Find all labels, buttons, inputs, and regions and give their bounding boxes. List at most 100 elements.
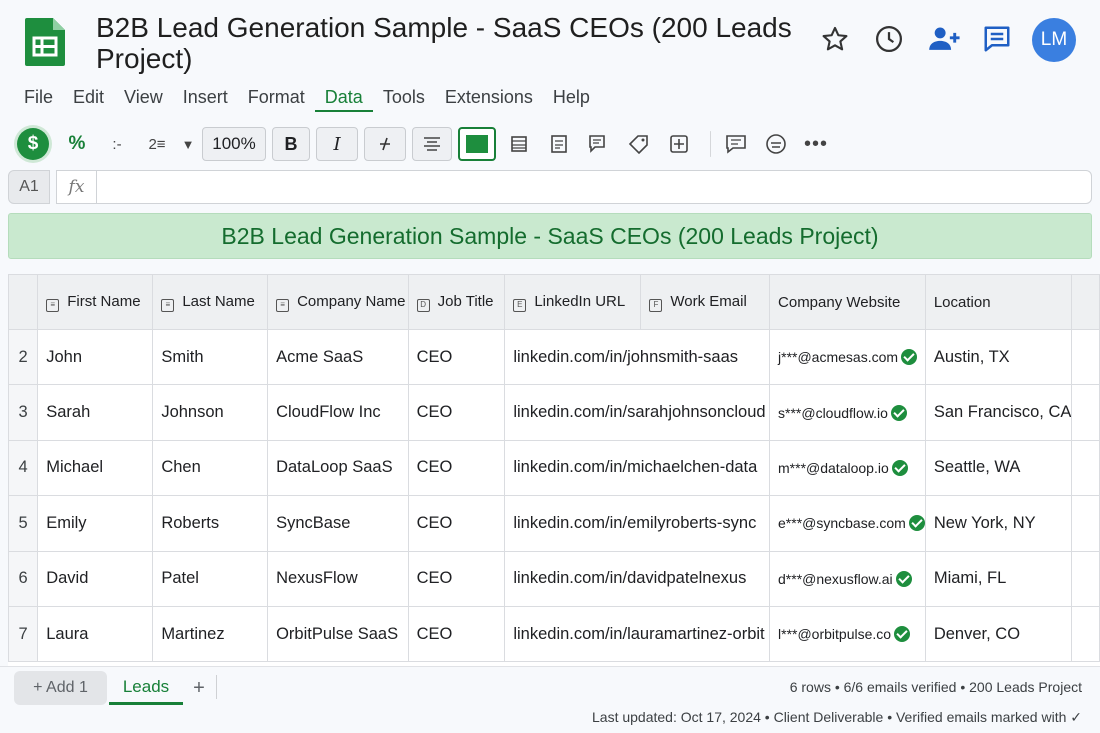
cell-location[interactable]: Denver, CO [924,605,1073,663]
cell-company[interactable]: DataLoop SaaS [267,439,409,497]
menu-format[interactable]: Format [238,84,315,112]
cell-empty[interactable] [1071,384,1100,441]
formula-bar[interactable]: fx [56,170,1092,204]
cell-first[interactable]: Sarah [37,384,154,441]
menu-view[interactable]: View [114,84,173,112]
add-sheet-button[interactable]: + [188,671,210,705]
cell-empty[interactable] [1071,328,1100,386]
user-avatar[interactable]: LM [1032,18,1076,62]
cell-empty[interactable] [1071,439,1100,497]
cell-location[interactable]: Miami, FL [924,550,1073,607]
function-button[interactable] [759,127,793,161]
column-header-work-email[interactable]: F Work Email [640,274,771,330]
cell-linkedin[interactable]: linkedin.com/in/emilyroberts-sync [504,495,771,552]
star-icon[interactable] [818,22,852,56]
cell-empty[interactable] [1071,550,1100,607]
cell-first[interactable]: Emily [37,495,154,552]
cell-last[interactable]: Johnson [152,384,269,441]
cell-title[interactable]: CEO [407,328,506,386]
cell-title[interactable]: CEO [407,550,506,607]
cell-title[interactable]: CEO [407,384,506,441]
formula-input[interactable] [97,171,1091,203]
row-number[interactable]: 5 [8,495,39,552]
menu-help[interactable]: Help [543,84,600,112]
increase-decimal-button[interactable]: 2≡ [140,127,174,161]
sheets-logo-icon[interactable] [25,18,65,66]
zoom-select[interactable]: 100% [202,127,266,161]
percent-format-button[interactable]: % [60,127,94,161]
cell-company[interactable]: CloudFlow Inc [267,384,409,441]
cell-company[interactable]: SyncBase [267,495,409,552]
corner-cell[interactable] [8,274,39,330]
column-header-job-title[interactable]: D Job Title [407,274,506,330]
cell-linkedin[interactable]: linkedin.com/in/michaelchen-data [504,439,771,497]
cell-last[interactable]: Smith [152,328,269,386]
menu-file[interactable]: File [14,84,63,112]
sheet-title-banner[interactable]: B2B Lead Generation Sample - SaaS CEOs (… [8,213,1092,259]
comment-button[interactable] [719,127,753,161]
cell-last[interactable]: Chen [152,439,269,497]
cell-first[interactable]: Michael [37,439,154,497]
cell-linkedin[interactable]: linkedin.com/in/johnsmith-saas [504,328,771,386]
cell-location[interactable]: Austin, TX [924,328,1073,386]
cell-first[interactable]: John [37,328,154,386]
decrease-decimal-button[interactable]: :- [100,127,134,161]
cell-first[interactable]: Laura [37,605,154,663]
cell-first[interactable]: David [37,550,154,607]
sheet-tab-leads[interactable]: Leads [109,671,183,705]
cell-title[interactable]: CEO [407,439,506,497]
document-title[interactable]: B2B Lead Generation Sample - SaaS CEOs (… [96,12,806,74]
add-person-icon[interactable] [928,22,962,56]
more-formats-dropdown[interactable]: ▼ [180,127,196,161]
column-header-last-name[interactable]: ≡ Last Name [152,274,269,330]
italic-button[interactable]: I [316,127,358,161]
menu-edit[interactable]: Edit [63,84,114,112]
cell-empty[interactable] [1071,495,1100,552]
row-number[interactable]: 4 [8,439,39,497]
menu-insert[interactable]: Insert [173,84,238,112]
column-header-extra[interactable] [1071,274,1100,330]
more-options-icon[interactable]: ••• [799,127,833,161]
cell-email[interactable]: s***@cloudflow.io [769,384,926,441]
cell-last[interactable]: Roberts [152,495,269,552]
row-number[interactable]: 7 [8,605,39,663]
sheet-tab-add-1[interactable]: + Add 1 [14,671,107,705]
filter-button[interactable] [622,127,656,161]
menu-extensions[interactable]: Extensions [435,84,543,112]
cell-location[interactable]: San Francisco, CA [924,384,1073,441]
cell-linkedin[interactable]: linkedin.com/in/davidpatelnexus [504,550,771,607]
cell-empty[interactable] [1071,605,1100,663]
cell-linkedin[interactable]: linkedin.com/in/sarahjohnsoncloud [504,384,771,441]
cell-last[interactable]: Martinez [152,605,269,663]
cell-reference-box[interactable]: A1 [8,170,50,204]
cell-last[interactable]: Patel [152,550,269,607]
align-button[interactable] [412,127,452,161]
cell-linkedin[interactable]: linkedin.com/in/lauramartinez-orbit [504,605,771,663]
cell-email[interactable]: d***@nexusflow.ai [769,550,926,607]
cell-location[interactable]: Seattle, WA [924,439,1073,497]
cell-title[interactable]: CEO [407,605,506,663]
column-header-location[interactable]: Location [924,274,1073,330]
cell-location[interactable]: New York, NY [924,495,1073,552]
cell-title[interactable]: CEO [407,495,506,552]
cell-email[interactable]: m***@dataloop.io [769,439,926,497]
menu-tools[interactable]: Tools [373,84,435,112]
cell-company[interactable]: NexusFlow [267,550,409,607]
currency-format-button[interactable]: $ [16,127,50,161]
menu-data[interactable]: Data [314,84,373,112]
comment-icon[interactable] [980,22,1014,56]
row-number[interactable]: 2 [8,328,39,386]
insert-button[interactable] [662,127,696,161]
bold-button[interactable]: B [272,127,310,161]
column-header-company-name[interactable]: ≡ Company Name [267,274,409,330]
column-header-first-name[interactable]: ≡ First Name [37,274,154,330]
cell-email[interactable]: j***@acmesas.com [769,328,926,386]
row-number[interactable]: 6 [8,550,39,607]
strikethrough-button[interactable] [364,127,406,161]
cell-email[interactable]: l***@orbitpulse.co [769,605,926,663]
column-header-linkedin-url[interactable]: E LinkedIn URL [504,274,642,330]
insert-comment-button[interactable] [582,127,616,161]
fill-color-button[interactable] [458,127,496,161]
history-icon[interactable] [872,22,906,56]
borders-button[interactable] [502,127,536,161]
